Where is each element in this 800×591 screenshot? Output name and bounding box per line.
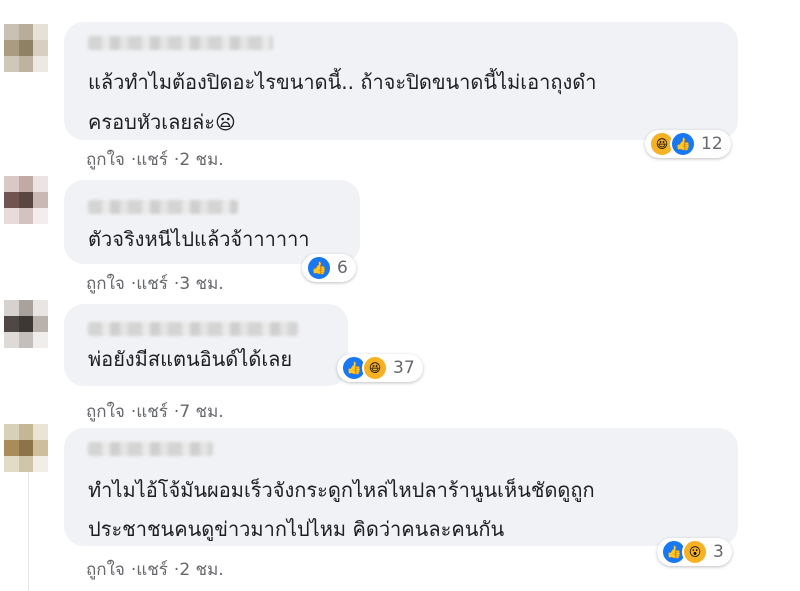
comment-text-line-1: แล้วทำไมต้องปิดอะไรขนาดนี้.. ถ้าจะปิดขนา… bbox=[88, 70, 597, 94]
avatar[interactable] bbox=[4, 424, 48, 472]
comment-text-line-1: พ่อยังมีสแตนอินด์ได้เลย bbox=[88, 347, 293, 371]
blurred-author-name[interactable] bbox=[88, 442, 213, 456]
comment-text-line-2: ประชาชนคนดูข่าวมากไปไหม คิดว่าคนละคนกัน bbox=[88, 517, 505, 541]
reply-thread-line bbox=[28, 472, 29, 591]
comment-actions: ถูกใจ ·แชร์ ·3 ชม. bbox=[86, 270, 224, 297]
reaction-summary[interactable]: 👍 6 bbox=[302, 254, 356, 282]
avatar[interactable] bbox=[4, 300, 48, 348]
like-link[interactable]: ถูกใจ bbox=[86, 402, 125, 422]
reaction-summary[interactable]: 👍 😮 3 bbox=[657, 538, 732, 566]
reaction-count: 12 bbox=[701, 134, 723, 154]
share-link[interactable]: แชร์ bbox=[136, 402, 168, 422]
timestamp[interactable]: 3 ชม. bbox=[179, 274, 223, 294]
comment-actions: ถูกใจ ·แชร์ ·2 ชม. bbox=[86, 146, 224, 173]
comment-bubble: ทำไมไอ้โจ้มันผอมเร็วจังกระดูกไหล่ไหปลาร้… bbox=[64, 428, 738, 546]
reaction-count: 6 bbox=[337, 258, 348, 278]
reaction-summary[interactable]: 👍 😆 37 bbox=[337, 354, 423, 382]
comment-bubble: พ่อยังมีสแตนอินด์ได้เลย bbox=[64, 304, 348, 386]
reaction-count: 3 bbox=[713, 542, 724, 562]
comment-text-line-2: ครอบหัวเลยล่ะ😦 bbox=[88, 110, 236, 134]
timestamp[interactable]: 2 ชม. bbox=[179, 150, 223, 170]
like-link[interactable]: ถูกใจ bbox=[86, 274, 125, 294]
like-link[interactable]: ถูกใจ bbox=[86, 560, 125, 580]
share-link[interactable]: แชร์ bbox=[136, 274, 168, 294]
share-link[interactable]: แชร์ bbox=[136, 150, 168, 170]
timestamp[interactable]: 7 ชม. bbox=[179, 402, 223, 422]
comment-actions: ถูกใจ ·แชร์ ·2 ชม. bbox=[86, 556, 224, 583]
avatar[interactable] bbox=[4, 176, 48, 224]
comment-text-line-1: ทำไมไอ้โจ้มันผอมเร็วจังกระดูกไหล่ไหปลาร้… bbox=[88, 478, 595, 502]
thumbs-up-icon: 👍 bbox=[306, 255, 332, 281]
comment-bubble: แล้วทำไมต้องปิดอะไรขนาดนี้.. ถ้าจะปิดขนา… bbox=[64, 22, 738, 140]
surprised-face-icon: 😮 bbox=[682, 539, 708, 565]
share-link[interactable]: แชร์ bbox=[136, 560, 168, 580]
comment-actions: ถูกใจ ·แชร์ ·7 ชม. bbox=[86, 398, 224, 425]
comment-bubble: ตัวจริงหนีไปแล้วจ้าาาาาา bbox=[64, 180, 360, 264]
reaction-count: 37 bbox=[393, 358, 415, 378]
timestamp[interactable]: 2 ชม. bbox=[179, 560, 223, 580]
like-link[interactable]: ถูกใจ bbox=[86, 150, 125, 170]
blurred-author-name[interactable] bbox=[88, 200, 238, 214]
blurred-author-name[interactable] bbox=[88, 36, 273, 50]
avatar[interactable] bbox=[4, 24, 48, 72]
reaction-summary[interactable]: 😆 👍 12 bbox=[645, 130, 731, 158]
laughing-face-icon: 😆 bbox=[362, 355, 388, 381]
comment-text-line-1: ตัวจริงหนีไปแล้วจ้าาาาาา bbox=[88, 227, 310, 251]
blurred-author-name[interactable] bbox=[88, 322, 298, 336]
thumbs-up-icon: 👍 bbox=[670, 131, 696, 157]
